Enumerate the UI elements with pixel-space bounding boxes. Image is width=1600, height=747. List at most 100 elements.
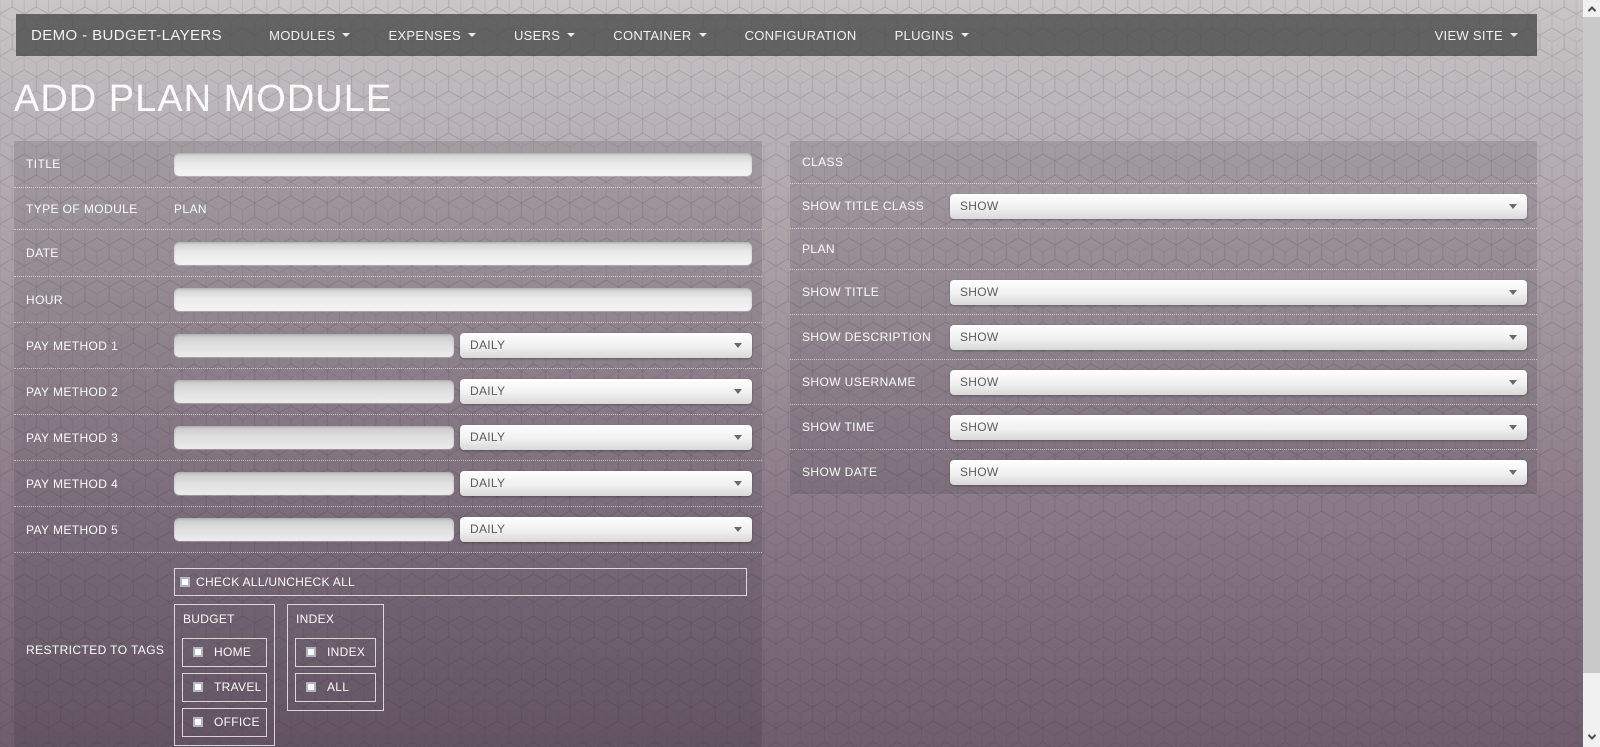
index-checkbox[interactable] (306, 647, 316, 657)
caret-down-icon (1509, 290, 1517, 295)
show-date-select[interactable]: SHOW (950, 460, 1527, 485)
select-value: SHOW (960, 330, 999, 344)
plan-form-panel: TITLE TYPE OF MODULE PLAN DATE HOUR PAY … (14, 141, 762, 747)
pay-method-4-period-select[interactable]: DAILY (460, 471, 752, 496)
pay-method-1-input[interactable] (174, 334, 454, 357)
show-time-select[interactable]: SHOW (950, 415, 1527, 440)
caret-down-icon (734, 389, 742, 394)
show-username-select[interactable]: SHOW (950, 370, 1527, 395)
tag-item-home[interactable]: HOME (182, 638, 267, 667)
caret-down-icon (734, 343, 742, 348)
nav-item-plugins[interactable]: PLUGINS (876, 28, 988, 43)
show-description-label: SHOW DESCRIPTION (802, 330, 950, 344)
tag-group-name: BUDGET (182, 610, 267, 632)
pay-method-4-label: PAY METHOD 4 (26, 477, 174, 491)
show-title-class-label: SHOW TITLE CLASS (802, 199, 950, 213)
title-input[interactable] (174, 153, 752, 176)
brand-title[interactable]: DEMO - BUDGET-LAYERS (16, 27, 236, 44)
tag-item-label: ALL (327, 680, 349, 694)
all-checkbox[interactable] (306, 682, 316, 692)
tag-item-office[interactable]: OFFICE (182, 708, 267, 737)
show-username-label: SHOW USERNAME (802, 375, 950, 389)
page-title: ADD PLAN MODULE (14, 78, 392, 121)
show-time-label: SHOW TIME (802, 420, 950, 434)
nav-item-label: PLUGINS (895, 28, 954, 43)
pay-method-3-input[interactable] (174, 426, 454, 449)
restricted-to-tags-label: RESTRICTED TO TAGS (26, 643, 174, 657)
pay-method-2-label: PAY METHOD 2 (26, 385, 174, 399)
form-row-restricted-to-tags: RESTRICTED TO TAGS CHECK ALL/UNCHECK ALL… (14, 552, 762, 747)
pay-method-1-period-select[interactable]: DAILY (460, 333, 752, 358)
caret-down-icon (734, 527, 742, 532)
type-of-module-value: PLAN (174, 202, 207, 216)
pay-method-2-input[interactable] (174, 380, 454, 403)
tag-item-label: HOME (214, 645, 251, 659)
nav-item-container[interactable]: CONTAINER (594, 28, 725, 43)
select-value: SHOW (960, 465, 999, 479)
pay-method-2-period-select[interactable]: DAILY (460, 379, 752, 404)
nav-item-configuration[interactable]: CONFIGURATION (726, 28, 876, 43)
show-title-label: SHOW TITLE (802, 285, 950, 299)
caret-down-icon (699, 33, 707, 37)
select-value: SHOW (960, 285, 999, 299)
show-description-select[interactable]: SHOW (950, 325, 1527, 350)
chevron-down-icon (1587, 731, 1595, 739)
select-value: SHOW (960, 420, 999, 434)
tag-groups: BUDGET HOME TRAVEL OFFICE INDEX (174, 604, 747, 746)
form-row-pay-method-4: PAY METHOD 4 DAILY (14, 460, 762, 506)
pay-method-4-input[interactable] (174, 472, 454, 495)
tag-group-name: INDEX (295, 610, 376, 632)
nav-item-users[interactable]: USERS (495, 28, 594, 43)
scroll-down-button[interactable] (1583, 728, 1600, 745)
section-header-class: CLASS (790, 141, 1537, 183)
travel-checkbox[interactable] (193, 682, 203, 692)
scrollbar-thumb[interactable] (1583, 17, 1600, 673)
caret-down-icon (342, 33, 350, 37)
vertical-scrollbar[interactable] (1583, 0, 1600, 747)
tag-item-all[interactable]: ALL (295, 673, 376, 702)
caret-down-icon (1509, 380, 1517, 385)
show-title-class-select[interactable]: SHOW (950, 194, 1527, 219)
check-all-toggle[interactable]: CHECK ALL/UNCHECK ALL (174, 568, 747, 596)
office-checkbox[interactable] (193, 717, 203, 727)
nav-item-label: EXPENSES (388, 28, 460, 43)
select-value: DAILY (470, 338, 505, 352)
nav-item-view-site[interactable]: VIEW SITE (1416, 28, 1537, 43)
form-row-pay-method-2: PAY METHOD 2 DAILY (14, 368, 762, 414)
caret-down-icon (468, 33, 476, 37)
tag-item-travel[interactable]: TRAVEL (182, 673, 267, 702)
title-label: TITLE (26, 157, 174, 171)
caret-down-icon (567, 33, 575, 37)
pay-method-3-period-select[interactable]: DAILY (460, 425, 752, 450)
hour-label: HOUR (26, 293, 174, 307)
nav-item-label: VIEW SITE (1435, 28, 1503, 43)
caret-down-icon (1509, 425, 1517, 430)
pay-method-5-input[interactable] (174, 518, 454, 541)
caret-down-icon (1509, 204, 1517, 209)
show-title-select[interactable]: SHOW (950, 280, 1527, 305)
scroll-up-button[interactable] (1583, 0, 1600, 17)
home-checkbox[interactable] (193, 647, 203, 657)
tag-item-index[interactable]: INDEX (295, 638, 376, 667)
hour-input[interactable] (174, 288, 752, 311)
form-row-show-date: SHOW DATE SHOW (790, 449, 1537, 494)
pay-method-5-period-select[interactable]: DAILY (460, 517, 752, 542)
nav-item-expenses[interactable]: EXPENSES (369, 28, 494, 43)
date-label: DATE (26, 246, 174, 260)
caret-down-icon (734, 481, 742, 486)
caret-down-icon (961, 33, 969, 37)
date-input[interactable] (174, 242, 752, 265)
nav-item-modules[interactable]: MODULES (250, 28, 369, 43)
tag-group-index: INDEX INDEX ALL (287, 604, 384, 711)
show-date-label: SHOW DATE (802, 465, 950, 479)
form-row-show-username: SHOW USERNAME SHOW (790, 359, 1537, 404)
nav-item-label: CONTAINER (613, 28, 691, 43)
select-value: DAILY (470, 430, 505, 444)
chevron-up-icon (1587, 6, 1595, 14)
form-row-type-of-module: TYPE OF MODULE PLAN (14, 187, 762, 229)
select-value: DAILY (470, 384, 505, 398)
check-all-checkbox[interactable] (180, 577, 190, 587)
tag-item-label: INDEX (327, 645, 365, 659)
nav-item-label: CONFIGURATION (745, 28, 857, 43)
select-value: SHOW (960, 375, 999, 389)
